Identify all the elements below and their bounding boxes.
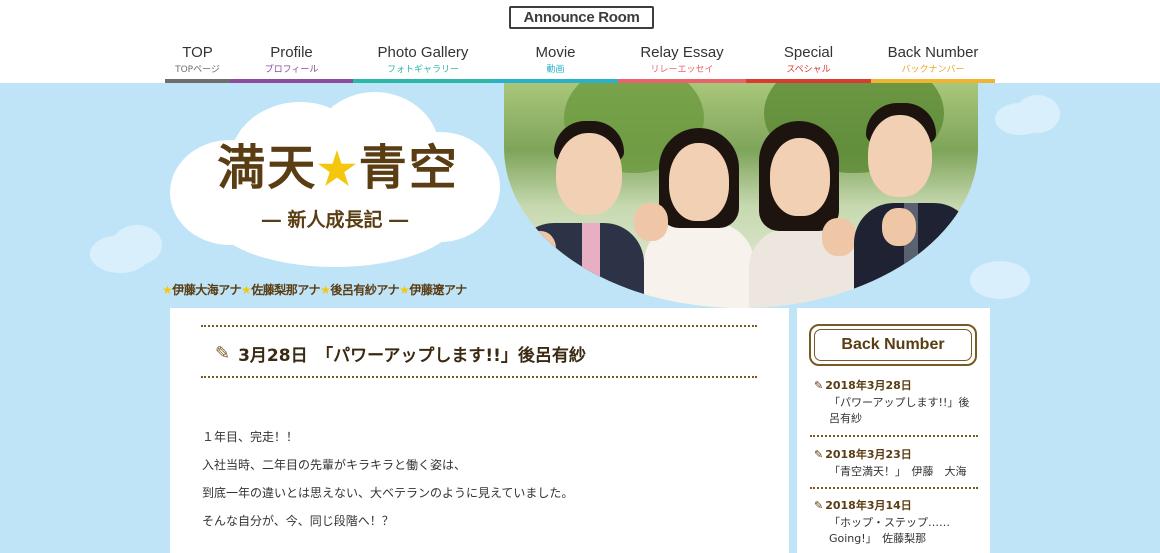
star-icon: ★ <box>317 144 359 195</box>
article-paragraph: そんな自分が、今、同じ段階へ！？ <box>202 514 394 528</box>
banner-subtitle: ― 新人成長記 ― <box>261 209 409 231</box>
announcer-name: 伊藤遼アナ <box>409 283 467 297</box>
nav-label-en: Special <box>783 44 834 61</box>
nav-label-ja: フォトギャラリー <box>386 65 459 75</box>
sidebar-divider <box>810 435 978 437</box>
back-number-title[interactable]: 「パワーアップします!!」後呂有紗 <box>814 395 979 427</box>
article-paragraph: 到底一年の違いとは思えない、大ベテランのように見えていました。 <box>202 486 574 500</box>
cloud-decoration <box>1015 95 1060 133</box>
back-number-date: 2018年3月28日 <box>825 379 912 392</box>
title-divider-bottom <box>201 376 757 378</box>
nav-label-ja: リレーエッセイ <box>650 65 714 75</box>
nav-item-photo-gallery[interactable]: Photo Gallery フォトギャラリー <box>353 40 493 83</box>
nav-label-en: Relay Essay <box>640 44 724 61</box>
nav-label-ja: バックナンバー <box>901 65 965 75</box>
nav-item-back-number[interactable]: Back Number バックナンバー <box>871 40 995 83</box>
site-header: Announce Room TOP TOPページ Profile プロフィール … <box>0 0 1160 83</box>
back-number-title[interactable]: 「青空満天！」 伊藤 大海 <box>814 464 979 480</box>
pencil-icon: ✎ <box>814 447 824 461</box>
announcers-photo <box>504 83 978 308</box>
cloud-decoration <box>970 261 1030 299</box>
announcer-list: ★伊藤大海アナ★佐藤梨那アナ★後呂有紗アナ★伊藤遼アナ <box>162 281 507 298</box>
nav-label-en: Photo Gallery <box>377 44 469 61</box>
back-number-title[interactable]: 「ホップ・ステップ……Going!」 佐藤梨那 <box>814 515 979 547</box>
back-number-date: 2018年3月23日 <box>825 448 912 461</box>
back-number-heading-text: Back Number <box>841 336 945 353</box>
nav-label-ja: 動画 <box>546 65 565 75</box>
back-number-item[interactable]: ✎ 2018年3月14日 「ホップ・ステップ……Going!」 佐藤梨那 <box>814 497 979 547</box>
main-nav: TOP TOPページ Profile プロフィール Photo Gallery … <box>165 40 995 83</box>
nav-item-special[interactable]: Special スペシャル <box>746 40 871 83</box>
title-divider-top <box>201 325 757 327</box>
pencil-icon: ✎ <box>215 343 231 364</box>
article-title: ✎ 3月28日 「パワーアップします!!」後呂有紗 <box>215 341 586 366</box>
nav-item-relay-essay[interactable]: Relay Essay リレーエッセイ <box>618 40 746 83</box>
pencil-icon: ✎ <box>814 498 824 512</box>
star-icon: ★ <box>320 283 331 297</box>
nav-label-en: Movie <box>535 44 576 61</box>
nav-label-en: TOP <box>182 44 213 61</box>
nav-label-ja: プロフィール <box>264 65 319 75</box>
announce-room-logo[interactable]: Announce Room <box>509 6 654 29</box>
nav-label-ja: スペシャル <box>786 65 831 75</box>
back-number-item[interactable]: ✎ 2018年3月23日 「青空満天！」 伊藤 大海 <box>814 446 979 480</box>
pencil-icon: ✎ <box>814 378 824 392</box>
nav-item-top[interactable]: TOP TOPページ <box>165 40 230 83</box>
banner-title-right: 青空 <box>358 140 459 196</box>
star-icon: ★ <box>241 283 252 297</box>
back-number-date: 2018年3月14日 <box>825 499 912 512</box>
banner-title-left: 満天 <box>217 140 318 196</box>
sidebar-divider <box>810 487 978 489</box>
nav-label-en: Profile <box>270 44 313 61</box>
nav-label-en: Back Number <box>887 44 979 61</box>
article-title-text: 3月28日 「パワーアップします!!」後呂有紗 <box>238 346 586 366</box>
article-paragraph: １年目、完走！！ <box>202 430 299 444</box>
announcer-name: 佐藤梨那アナ <box>251 283 321 297</box>
banner-title: 満天★青空 <box>203 138 473 200</box>
article-paragraph: 入社当時、二年目の先輩がキラキラと働く姿は、 <box>202 458 467 472</box>
nav-label-ja: TOPページ <box>175 65 220 75</box>
announcer-name: 後呂有紗アナ <box>330 283 400 297</box>
back-number-heading: Back Number <box>809 324 977 366</box>
star-icon: ★ <box>399 283 410 297</box>
star-icon: ★ <box>162 283 173 297</box>
nav-item-movie[interactable]: Movie 動画 <box>493 40 618 83</box>
back-number-item[interactable]: ✎ 2018年3月28日 「パワーアップします!!」後呂有紗 <box>814 377 979 427</box>
nav-item-profile[interactable]: Profile プロフィール <box>230 40 353 83</box>
cloud-decoration <box>112 225 162 265</box>
article-body: １年目、完走！！ 入社当時、二年目の先輩がキラキラと働く姿は、 到底一年の違いと… <box>202 430 573 542</box>
announcer-name: 伊藤大海アナ <box>172 283 242 297</box>
